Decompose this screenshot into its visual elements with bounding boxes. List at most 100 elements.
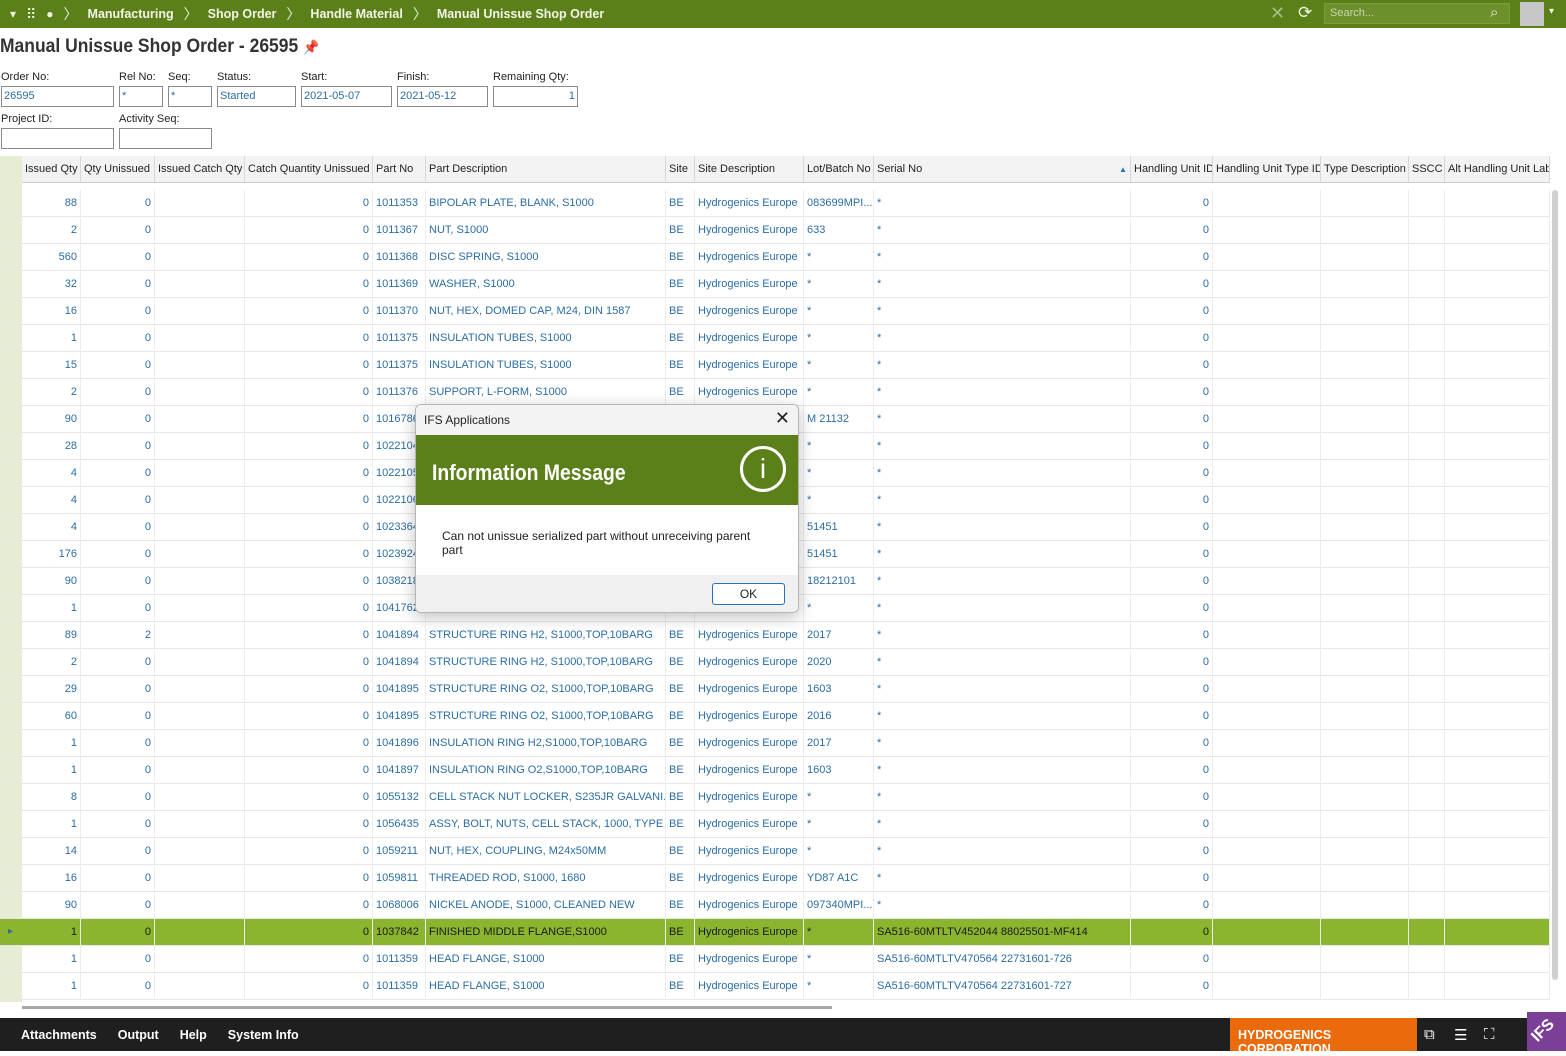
table-cell[interactable] [1409,595,1445,622]
table-cell[interactable]: SA516-60MTLTV470564 22731601-727 [874,973,1131,1000]
table-cell[interactable]: Hydrogenics Europe [695,298,804,325]
table-cell[interactable]: NUT, HEX, DOMED CAP, M24, DIN 1587 [426,298,666,325]
table-cell[interactable] [155,190,245,217]
apps-grid-icon[interactable]: ⠿ [26,6,36,23]
table-cell[interactable] [1445,811,1550,838]
table-cell[interactable]: BE [666,973,695,1000]
table-cell[interactable] [1213,973,1321,1000]
table-cell[interactable] [1445,676,1550,703]
table-cell[interactable]: * [874,838,1131,865]
table-cell[interactable]: * [874,892,1131,919]
table-cell[interactable]: 0 [81,406,155,433]
table-cell[interactable] [155,973,245,1000]
table-cell[interactable]: BE [666,676,695,703]
table-row[interactable]: 32 0 0 1011369 WASHER, S1000 BE Hydrogenics Eu… [0,271,1550,298]
table-cell[interactable]: 1059811 [373,865,426,892]
table-row[interactable]: 1 0 0 1011359 HEAD FLANGE, S1000 BE Hydrogenic… [0,946,1550,973]
table-cell[interactable] [1321,568,1409,595]
table-cell[interactable]: 0 [245,568,373,595]
table-row[interactable]: 14 0 0 1059211 NUT, HEX, COUPLING, M24x50MM B… [0,838,1550,865]
table-cell[interactable]: * [804,433,874,460]
table-cell[interactable] [1409,217,1445,244]
table-cell[interactable]: BE [666,730,695,757]
table-cell[interactable]: 0 [245,325,373,352]
table-cell[interactable]: * [804,973,874,1000]
table-cell[interactable]: 1 [22,730,81,757]
home-dot-icon[interactable]: ● [46,7,53,21]
table-cell[interactable] [1321,406,1409,433]
table-row[interactable]: 2 0 0 1011376 SUPPORT, L-FORM, S1000 BE Hydrog… [0,379,1550,406]
table-cell[interactable] [1321,487,1409,514]
table-cell[interactable]: 0 [245,622,373,649]
table-cell[interactable] [1409,190,1445,217]
table-cell[interactable]: 0 [1131,919,1213,946]
table-cell[interactable]: 0 [245,217,373,244]
close-icon[interactable]: ✕ [1270,3,1285,24]
table-cell[interactable] [1445,217,1550,244]
table-cell[interactable]: * [874,757,1131,784]
table-cell[interactable]: 0 [1131,622,1213,649]
table-cell[interactable]: 0 [81,892,155,919]
table-cell[interactable]: 0 [81,514,155,541]
table-row[interactable]: 60 0 0 1041895 STRUCTURE RING O2, S1000,TOP,… [0,703,1550,730]
table-cell[interactable]: * [804,487,874,514]
table-cell[interactable]: 0 [245,514,373,541]
table-cell[interactable]: BE [666,838,695,865]
table-cell[interactable] [1409,757,1445,784]
table-cell[interactable]: 32 [22,271,81,298]
table-cell[interactable]: 0 [81,541,155,568]
table-cell[interactable] [155,595,245,622]
table-cell[interactable] [155,757,245,784]
column-header[interactable]: Site [666,156,695,183]
table-cell[interactable]: 0 [81,703,155,730]
table-cell[interactable]: WASHER, S1000 [426,271,666,298]
fullscreen-icon[interactable]: ⛶ [1484,1026,1495,1043]
table-cell[interactable]: Hydrogenics Europe [695,811,804,838]
table-cell[interactable] [1445,271,1550,298]
table-cell[interactable]: * [874,271,1131,298]
table-cell[interactable]: 0 [1131,784,1213,811]
table-cell[interactable] [1409,352,1445,379]
table-cell[interactable]: 1041895 [373,676,426,703]
table-cell[interactable]: 2 [22,379,81,406]
table-cell[interactable] [155,892,245,919]
table-cell[interactable]: 1 [22,757,81,784]
table-cell[interactable] [1445,892,1550,919]
table-cell[interactable]: 1 [22,973,81,1000]
table-row[interactable]: 1 0 0 1041897 INSULATION RING O2,S1000,TOP,1… [0,757,1550,784]
table-cell[interactable]: INSULATION RING O2,S1000,TOP,10BARG [426,757,666,784]
table-cell[interactable] [1213,298,1321,325]
table-cell[interactable] [1213,460,1321,487]
table-cell[interactable]: 0 [245,811,373,838]
table-cell[interactable] [1213,865,1321,892]
table-cell[interactable]: 0 [245,919,373,946]
column-header[interactable]: Handling Unit ID [1131,156,1213,183]
table-row[interactable]: 15 0 0 1011375 INSULATION TUBES, S1000 BE Hydr… [0,352,1550,379]
table-cell[interactable]: BIPOLAR PLATE, BLANK, S1000 [426,190,666,217]
table-cell[interactable] [1213,352,1321,379]
table-cell[interactable] [1321,325,1409,352]
user-menu-chevron-icon[interactable]: ▾ [1549,6,1554,17]
table-cell[interactable]: BE [666,325,695,352]
table-cell[interactable]: ASSY, BOLT, NUTS, CELL STACK, 1000, TYPE… [426,811,666,838]
table-cell[interactable]: Hydrogenics Europe [695,244,804,271]
table-cell[interactable] [1445,865,1550,892]
table-cell[interactable]: STRUCTURE RING O2, S1000,TOP,10BARG [426,703,666,730]
table-cell[interactable]: * [874,460,1131,487]
rel-no-field[interactable]: * [119,86,163,107]
table-cell[interactable]: 2020 [804,649,874,676]
table-cell[interactable]: FINISHED MIDDLE FLANGE,S1000 [426,919,666,946]
table-cell[interactable]: * [874,730,1131,757]
table-cell[interactable]: 1037842 [373,919,426,946]
table-row[interactable]: 1 0 0 1011359 HEAD FLANGE, S1000 BE Hydrogenic… [0,973,1550,1000]
table-cell[interactable]: 633 [804,217,874,244]
table-cell[interactable]: 1059211 [373,838,426,865]
table-cell[interactable]: 0 [245,838,373,865]
table-cell[interactable]: 0 [81,946,155,973]
table-cell[interactable]: 1 [22,811,81,838]
table-cell[interactable] [1321,865,1409,892]
table-cell[interactable]: 560 [22,244,81,271]
table-cell[interactable] [155,865,245,892]
table-cell[interactable]: Hydrogenics Europe [695,892,804,919]
table-cell[interactable]: 0 [245,244,373,271]
